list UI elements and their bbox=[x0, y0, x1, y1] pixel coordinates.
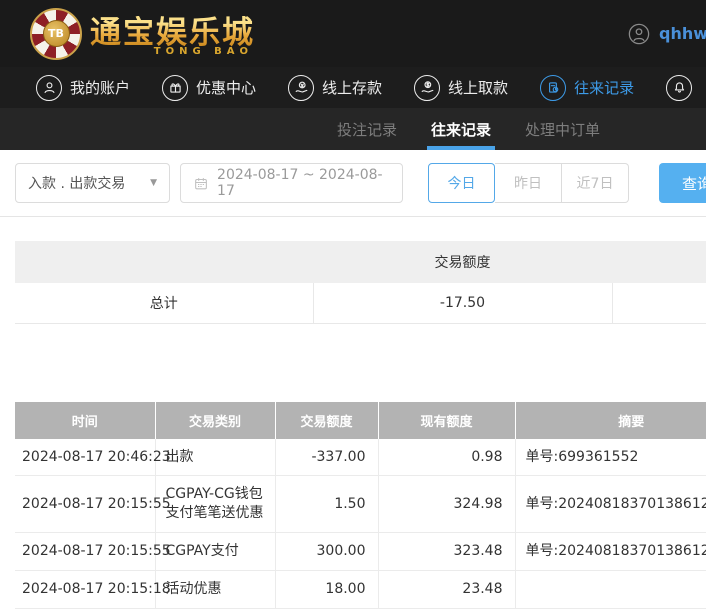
summary-header-label: 交易额度 bbox=[313, 241, 612, 283]
search-button[interactable]: 查询 bbox=[659, 163, 706, 203]
cell-balance: 323.48 bbox=[377, 532, 515, 572]
cell-type: 出款 bbox=[154, 438, 275, 477]
nav-label: 往来记录 bbox=[574, 79, 635, 97]
range-button-last7days[interactable]: 近7日 bbox=[562, 163, 629, 203]
calendar-icon bbox=[195, 177, 207, 189]
nav-item-announcements[interactable] bbox=[666, 74, 700, 101]
nav-label: 我的账户 bbox=[70, 79, 131, 97]
summary-header-empty bbox=[612, 241, 706, 283]
tab-transaction-records[interactable]: 往来记录 bbox=[427, 108, 496, 150]
nav-label: 线上取款 bbox=[448, 79, 509, 97]
range-button-yesterday[interactable]: 昨日 bbox=[495, 163, 562, 203]
table-row: 2024-08-17 20:15:55 CGPAY-CG钱包支付笔笔送优惠 1.… bbox=[15, 475, 706, 534]
summary-total-label: 总计 bbox=[15, 283, 313, 324]
nav-item-withdrawal[interactable]: 线上取款 bbox=[414, 74, 509, 101]
filter-bar: 入款 . 出款交易 ▼ 2024-08-17 ~ 2024-08-17 今日 昨… bbox=[0, 150, 706, 217]
site-logo[interactable]: TB 通宝娱乐城 TONG BAO bbox=[30, 7, 255, 60]
cell-type: CGPAY-CG钱包支付笔笔送优惠 bbox=[154, 475, 275, 534]
cell-balance: 324.98 bbox=[377, 475, 515, 534]
cell-amount: 18.00 bbox=[274, 570, 378, 609]
withdraw-hand-coin-icon bbox=[414, 74, 441, 101]
chip-monogram: TB bbox=[42, 20, 70, 47]
username[interactable]: qhhw bbox=[659, 24, 706, 43]
cell-memo: 单号:202408183701386127 bbox=[514, 475, 706, 534]
transactions-header-row: 时间 交易类别 交易额度 现有额度 摘要 bbox=[15, 401, 706, 439]
transaction-type-select[interactable]: 入款 . 出款交易 ▼ bbox=[15, 163, 170, 203]
top-header: TB 通宝娱乐城 TONG BAO qhhw bbox=[0, 0, 706, 67]
table-row: 2024-08-17 20:15:55 CGPAY支付 300.00 323.4… bbox=[15, 532, 706, 572]
column-header-amount: 交易额度 bbox=[274, 401, 378, 439]
bell-icon bbox=[666, 74, 693, 101]
summary-table: 交易额度 总计 -17.50 bbox=[15, 241, 706, 324]
summary-header-row: 交易额度 bbox=[15, 241, 706, 283]
transaction-type-value: 入款 . 出款交易 bbox=[28, 176, 126, 192]
summary-total-value: -17.50 bbox=[312, 283, 612, 324]
tab-processing-orders[interactable]: 处理中订单 bbox=[521, 108, 604, 150]
cell-time: 2024-08-17 20:15:18 bbox=[15, 570, 171, 609]
deposit-hand-coin-icon bbox=[288, 74, 315, 101]
cell-amount: -337.00 bbox=[274, 438, 378, 477]
user-account[interactable]: qhhw bbox=[628, 0, 706, 67]
gift-icon bbox=[162, 74, 189, 101]
user-icon bbox=[36, 74, 62, 101]
cell-amount: 300.00 bbox=[274, 532, 378, 572]
cell-balance: 23.48 bbox=[377, 570, 515, 609]
date-range-input[interactable]: 2024-08-17 ~ 2024-08-17 bbox=[180, 163, 403, 203]
page: TB 通宝娱乐城 TONG BAO qhhw 我的账户 优惠中心 线上存款 线上… bbox=[0, 0, 706, 609]
summary-empty-cell bbox=[611, 283, 706, 324]
cell-memo bbox=[514, 570, 706, 609]
logo-text: 通宝娱乐城 TONG BAO bbox=[90, 16, 255, 56]
tab-betting-records[interactable]: 投注记录 bbox=[333, 108, 401, 150]
quick-range-group: 今日 昨日 近7日 bbox=[428, 163, 629, 203]
nav-label: 线上存款 bbox=[322, 79, 383, 97]
table-row: 2024-08-17 20:15:18 活动优惠 18.00 23.48 bbox=[15, 570, 706, 609]
cell-time: 2024-08-17 20:46:23 bbox=[15, 438, 171, 477]
nav-item-my-account[interactable]: 我的账户 bbox=[36, 74, 131, 101]
cell-time: 2024-08-17 20:15:55 bbox=[15, 475, 171, 534]
chevron-down-icon: ▼ bbox=[150, 178, 157, 188]
column-header-balance: 现有额度 bbox=[377, 401, 515, 439]
nav-item-promotions[interactable]: 优惠中心 bbox=[162, 74, 257, 101]
cell-memo: 单号:699361552 bbox=[514, 438, 706, 477]
cell-type: CGPAY支付 bbox=[154, 532, 275, 572]
poker-chip-logo-icon: TB bbox=[30, 7, 82, 60]
date-range-value: 2024-08-17 ~ 2024-08-17 bbox=[217, 167, 383, 199]
table-row: 2024-08-17 20:46:23 出款 -337.00 0.98 单号:6… bbox=[15, 438, 706, 477]
nav-item-deposit[interactable]: 线上存款 bbox=[288, 74, 383, 101]
range-button-today[interactable]: 今日 bbox=[428, 163, 495, 203]
cell-time: 2024-08-17 20:15:55 bbox=[15, 532, 171, 572]
summary-header-empty bbox=[15, 241, 313, 283]
logo-subtitle: TONG BAO bbox=[153, 45, 253, 57]
column-header-time: 时间 bbox=[15, 401, 155, 439]
cell-amount: 1.50 bbox=[274, 475, 378, 534]
sub-nav: 投注记录 往来记录 处理中订单 bbox=[0, 108, 706, 150]
cell-type: 活动优惠 bbox=[154, 570, 275, 609]
summary-total-row: 总计 -17.50 bbox=[15, 283, 706, 324]
cell-balance: 0.98 bbox=[377, 438, 515, 477]
nav-label: 优惠中心 bbox=[196, 79, 257, 97]
main-nav: 我的账户 优惠中心 线上存款 线上取款 往来记录 bbox=[0, 67, 706, 108]
transactions-table: 时间 交易类别 交易额度 现有额度 摘要 2024-08-17 20:46:23… bbox=[15, 401, 706, 609]
nav-item-transaction-records[interactable]: 往来记录 bbox=[540, 74, 635, 101]
records-clipboard-clock-icon bbox=[540, 74, 567, 101]
column-header-memo: 摘要 bbox=[514, 401, 706, 439]
avatar-icon bbox=[628, 23, 650, 44]
cell-memo: 单号:202408183701386127 bbox=[514, 532, 706, 572]
column-header-type: 交易类别 bbox=[154, 401, 275, 439]
